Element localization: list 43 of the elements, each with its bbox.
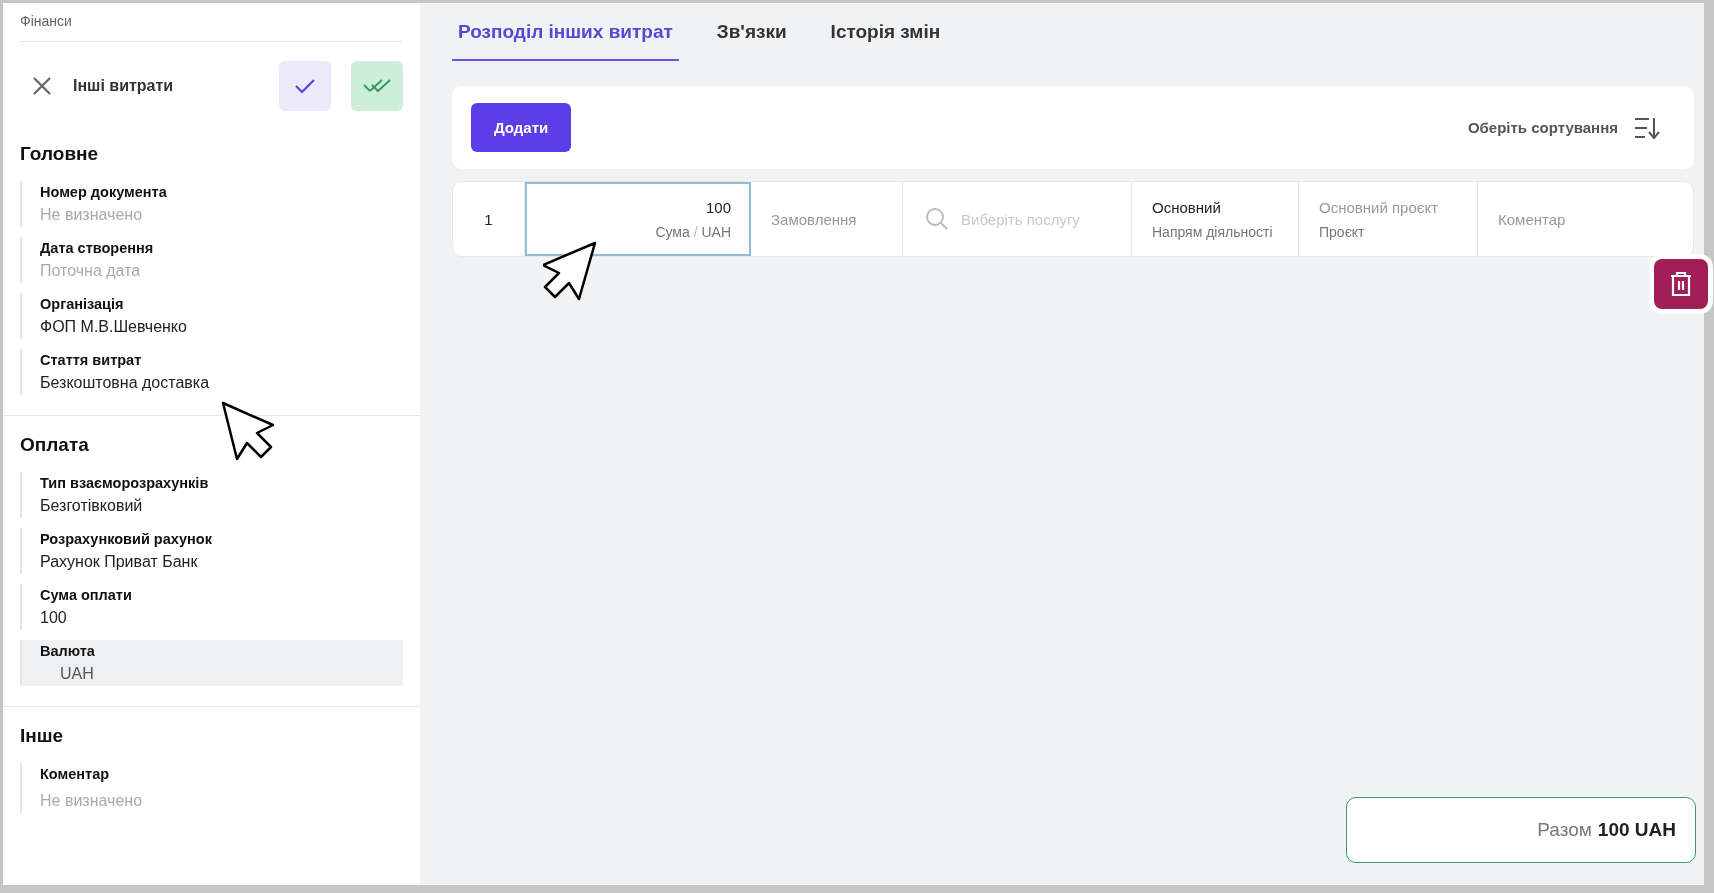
form-field[interactable]: Розрахунковий рахунок Рахунок Приват Банк [20, 528, 403, 574]
form-field[interactable]: Організація ФОП М.В.Шевченко [20, 293, 403, 339]
field-label: Дата створення [40, 240, 155, 256]
field-value: 100 [40, 609, 68, 627]
direction-value[interactable]: Основний [1152, 198, 1278, 216]
sort-button[interactable]: Оберіть сортування [1461, 114, 1666, 141]
field-label: Валюта [40, 643, 96, 659]
field-placeholder: Поточна дата [40, 262, 142, 280]
field-placeholder: Не визначено [40, 792, 144, 810]
field-value: UAH [59, 665, 95, 683]
field-label: Організація [40, 296, 125, 312]
total-label: Разом [1537, 819, 1592, 841]
field-label: Стаття витрат [40, 352, 143, 368]
form-field[interactable]: Номер документа Не визначено [20, 181, 403, 227]
field-placeholder: Не визначено [40, 206, 144, 224]
field-label: Номер документа [40, 184, 168, 200]
amount-field[interactable]: 100 Сума / UAH [525, 182, 751, 256]
breadcrumb: Фінанси [20, 3, 403, 42]
form-field[interactable]: Сума оплати 100 [20, 584, 403, 630]
form-field[interactable]: Коментар Не визначено [20, 763, 403, 813]
field-label: Тип взаєморозрахунків [40, 475, 210, 491]
field-value: ФОП М.В.Шевченко [40, 318, 188, 336]
form-field[interactable]: Дата створення Поточна дата [20, 237, 403, 283]
project-label: Проєкт [1319, 223, 1366, 240]
field-value: Безготівковий [40, 497, 144, 515]
form-field[interactable]: Тип взаєморозрахунків Безготівковий [20, 472, 403, 518]
form-field[interactable]: Стаття витрат Безкоштовна доставка [20, 349, 403, 395]
document-title: Інші витрати [73, 77, 175, 95]
total-value: 100 UAH [1597, 819, 1676, 841]
section-title: Інше [20, 725, 65, 747]
field-label: Розрахунковий рахунок [40, 531, 213, 547]
field-value: Безкоштовна доставка [40, 374, 211, 392]
tab[interactable]: Зв'язки [710, 13, 793, 61]
field-label: Сума оплати [40, 587, 133, 603]
tab[interactable]: Розподіл інших витрат [452, 13, 679, 61]
add-button[interactable]: Додати [471, 103, 572, 152]
field-label: Коментар [40, 766, 111, 782]
tab[interactable]: Історія змін [824, 13, 947, 61]
field-value: Рахунок Приват Банк [40, 553, 199, 571]
direction-label: Напрям діяльності [1152, 223, 1274, 240]
row-number: 1 [483, 210, 494, 228]
section-title: Головне [20, 143, 100, 165]
section-title: Оплата [20, 434, 90, 456]
